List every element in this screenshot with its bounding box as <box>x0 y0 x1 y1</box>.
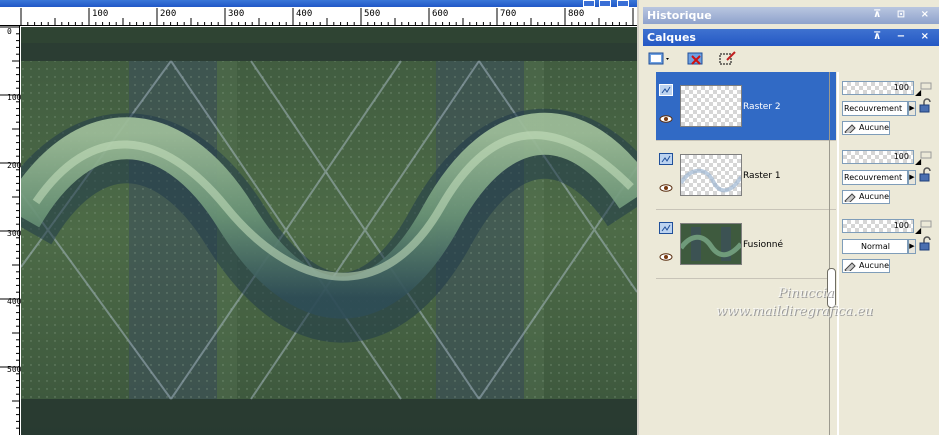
image-canvas[interactable] <box>21 27 637 435</box>
mask-value: Aucune <box>859 261 890 270</box>
eye-icon[interactable] <box>659 184 673 192</box>
blend-mode-select[interactable]: Recouvrement <box>842 101 908 116</box>
blend-mode-value: Normal <box>861 242 890 251</box>
blend-mode-dropdown-button[interactable]: ▶ <box>908 101 916 116</box>
layer-name: Fusionné <box>743 240 784 250</box>
link-icon[interactable] <box>920 81 932 91</box>
watermark-line-2: www.maildiregrafica.eu <box>716 304 873 319</box>
mask-select[interactable]: Aucune <box>842 259 890 273</box>
layer-toolbar <box>643 47 939 69</box>
palette-header-buttons[interactable]: ⊼ − × <box>873 31 935 42</box>
edit-selection-button[interactable] <box>717 49 739 67</box>
layer-row-fusionne[interactable]: Fusionné <box>656 210 836 279</box>
horizontal-ruler[interactable]: 100 200 300 400 500 600 700 800 <box>0 7 637 26</box>
raster-layer-icon <box>659 153 673 165</box>
delete-layer-button[interactable] <box>685 49 707 67</box>
opacity-value: 100 <box>893 83 909 92</box>
link-icon[interactable] <box>920 150 932 160</box>
layer-row-raster-1[interactable]: Raster 1 <box>656 141 836 210</box>
ruler-label: 300 <box>7 229 22 238</box>
close-button[interactable] <box>617 0 629 7</box>
delete-layer-icon <box>687 52 703 65</box>
blend-mode-select[interactable]: Recouvrement <box>842 170 908 185</box>
watermark-line-1: Pinuccia <box>778 286 835 301</box>
opacity-slider[interactable]: 100 <box>842 150 914 164</box>
ruler-label: 600 <box>432 9 449 19</box>
layer-properties-raster-2: 100 ◢ Recouvrement ▶ Aucune <box>839 72 939 141</box>
blend-mode-value: Recouvrement <box>844 104 903 113</box>
layers-list: Raster 2 Raster 1 Fusionné <box>656 72 836 435</box>
layer-name: Raster 1 <box>743 171 781 181</box>
canvas-artwork <box>21 27 637 435</box>
link-icon[interactable] <box>920 219 932 229</box>
maximize-button[interactable] <box>599 0 611 7</box>
lock-icon[interactable] <box>918 98 934 114</box>
raster-layer-icon <box>659 222 673 234</box>
lock-icon[interactable] <box>918 167 934 183</box>
ruler-label: 100 <box>7 93 22 102</box>
mask-icon <box>844 262 856 271</box>
blend-mode-dropdown-button[interactable]: ▶ <box>908 239 916 254</box>
blend-mode-dropdown-button[interactable]: ▶ <box>908 170 916 185</box>
ruler-label: 200 <box>160 9 177 19</box>
layer-name: Raster 2 <box>743 102 781 112</box>
layer-thumbnail[interactable] <box>678 223 743 265</box>
ruler-label: 100 <box>92 9 109 19</box>
mask-select[interactable]: Aucune <box>842 121 890 135</box>
palette-header-buttons[interactable]: ⊼ ⊡ × <box>873 9 935 20</box>
ruler-label: 500 <box>7 365 22 374</box>
calques-title: Calques <box>647 31 696 44</box>
historique-title: Historique <box>647 9 712 22</box>
mask-select[interactable]: Aucune <box>842 190 890 204</box>
mask-icon <box>844 124 856 133</box>
opacity-value: 100 <box>893 221 909 230</box>
blend-mode-select[interactable]: Normal <box>842 239 908 254</box>
ruler-label: 500 <box>364 9 381 19</box>
historique-palette-header[interactable]: Historique ⊼ ⊡ × <box>643 7 939 24</box>
ruler-label: 400 <box>7 297 22 306</box>
lock-icon[interactable] <box>918 236 934 252</box>
raster-layer-icon <box>659 84 673 96</box>
vertical-ruler[interactable]: 0 100 200 300 400 500 <box>0 26 22 435</box>
mask-value: Aucune <box>859 123 890 132</box>
ruler-label: 0 <box>7 27 12 36</box>
layer-properties-column: 100 ◢ Recouvrement ▶ Aucune 100 ◢ Recouv… <box>837 72 939 435</box>
calques-palette-header[interactable]: Calques ⊼ − × <box>643 29 939 46</box>
blend-mode-value: Recouvrement <box>844 173 903 182</box>
layer-thumbnail[interactable] <box>679 154 743 196</box>
eye-icon[interactable] <box>659 253 673 261</box>
layer-row-raster-2[interactable]: Raster 2 <box>656 72 836 141</box>
ruler-label: 800 <box>568 9 585 19</box>
eye-icon[interactable] <box>659 115 673 123</box>
new-layer-button[interactable] <box>647 49 669 67</box>
edit-selection-icon <box>719 51 736 65</box>
new-layer-icon <box>648 52 669 65</box>
ruler-label: 400 <box>296 9 313 19</box>
ruler-label: 300 <box>228 9 245 19</box>
layer-thumbnail[interactable] <box>680 85 742 127</box>
ruler-label: 700 <box>500 9 517 19</box>
image-window: 100 200 300 400 500 600 700 800 0 100 20… <box>0 0 637 435</box>
image-window-titlebar[interactable] <box>0 0 637 7</box>
mask-icon <box>844 193 856 202</box>
palette-dock: Historique ⊼ ⊡ × Calques ⊼ − × Raster 2 … <box>637 0 939 435</box>
layer-thumbnail-art <box>678 227 743 261</box>
layer-thumbnail-art <box>679 168 743 193</box>
ruler-label: 200 <box>7 161 22 170</box>
minimize-button[interactable] <box>583 0 595 7</box>
opacity-value: 100 <box>893 152 909 161</box>
layer-properties-fusionne: 100 ◢ Normal ▶ Aucune <box>839 210 939 279</box>
opacity-slider[interactable]: 100 <box>842 81 914 95</box>
layer-properties-raster-1: 100 ◢ Recouvrement ▶ Aucune <box>839 141 939 210</box>
opacity-slider[interactable]: 100 <box>842 219 914 233</box>
mask-value: Aucune <box>859 192 890 201</box>
